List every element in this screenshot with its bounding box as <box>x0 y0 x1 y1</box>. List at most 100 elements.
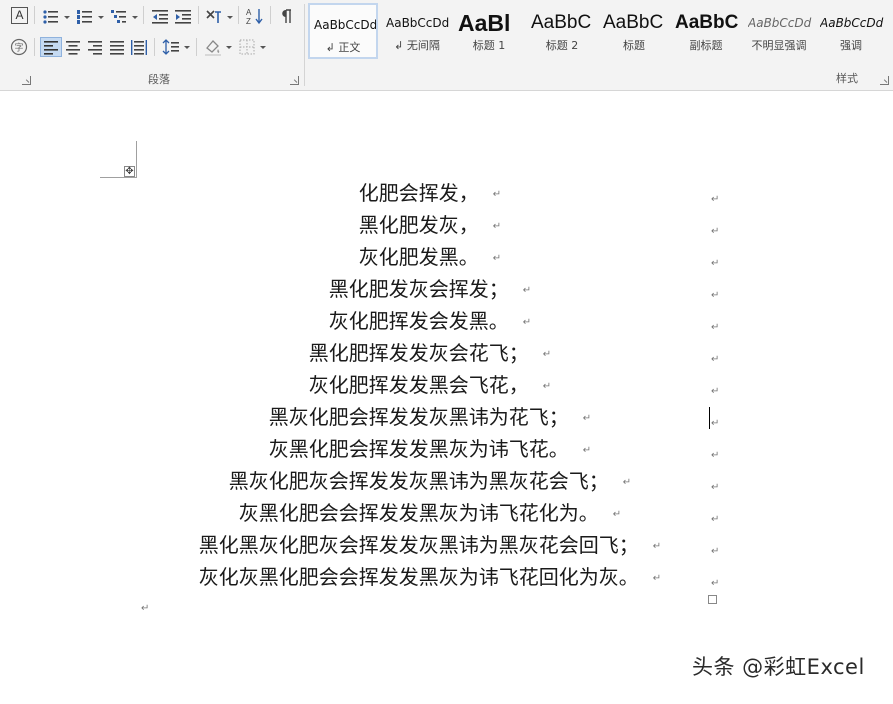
cell-end-mark: ↵ <box>711 322 720 333</box>
justify-icon[interactable] <box>108 38 126 56</box>
style-tile-normal[interactable]: AaBbCcDd ↲ 正文 <box>308 3 378 59</box>
style-preview: AaBbCcDd <box>314 18 376 32</box>
line-text: 灰化肥挥发发黑会飞花， <box>308 373 529 397</box>
style-tile-title[interactable]: AaBbC 标题 <box>599 3 669 59</box>
line-text: 黑化肥发灰， <box>358 213 479 237</box>
poem-line[interactable]: 黑化肥发灰， ↵ <box>150 209 710 241</box>
paragraph-group: A A Z 字 段落 <box>0 0 304 90</box>
style-preview: AaBbCcDd <box>748 16 812 30</box>
align-left-icon[interactable] <box>40 37 62 57</box>
align-center-icon[interactable] <box>64 38 82 56</box>
text-cursor <box>709 407 710 429</box>
poem-line[interactable]: 灰化肥挥发会发黑。 ↵ <box>150 305 710 337</box>
cell-end-mark: ↵ <box>711 578 720 589</box>
cell-end-mark: ↵ <box>711 450 720 461</box>
font-dialog-launcher[interactable] <box>22 76 31 85</box>
style-preview: AaBbC <box>531 12 592 33</box>
char-circle-icon[interactable]: 字 <box>10 38 28 56</box>
paragraph-mark: ↵ <box>141 603 150 614</box>
paragraph-mark: ↵ <box>582 444 592 456</box>
align-right-icon[interactable] <box>86 38 104 56</box>
styles-dialog-launcher[interactable] <box>880 76 889 85</box>
chevron-down-icon[interactable] <box>64 16 70 19</box>
margin-corner-mark <box>136 141 137 177</box>
divider <box>270 6 271 24</box>
style-name: 标题 1 <box>472 39 506 52</box>
margin-corner-mark <box>100 177 137 178</box>
paragraph-mark: ↵ <box>612 508 622 520</box>
line-text: 灰化肥挥发会发黑。 <box>328 309 509 333</box>
divider <box>238 6 239 24</box>
paragraph-mark: ↵ <box>492 188 502 200</box>
style-tile-subtitle[interactable]: AaBbC 副标题 <box>671 3 741 59</box>
chinese-layout-icon[interactable] <box>205 8 223 26</box>
svg-text:字: 字 <box>15 42 24 54</box>
sort-icon[interactable]: A Z <box>246 7 264 25</box>
ribbon: A A Z 字 段落 AaBbCcDd ↲ 正文 AaBbCcDd ↲ 无间隔 … <box>0 0 893 91</box>
poem-line[interactable]: 黑化黑灰化肥灰会挥发发灰黑讳为黑灰花会回飞； ↵ <box>150 529 710 561</box>
style-name: 不明显强调 <box>751 39 807 52</box>
line-text: 灰化灰黑化肥会会挥发发黑灰为讳飞花回化为灰。 <box>198 565 639 589</box>
poem-line[interactable]: 黑灰化肥会挥发发灰黑讳为花飞； ↵ <box>150 401 710 433</box>
paragraph-dialog-launcher[interactable] <box>290 76 299 85</box>
style-tile-emphasis[interactable]: AaBbCcDd 强调 <box>816 3 886 59</box>
poem-line[interactable]: 化肥会挥发， ↵ <box>150 177 710 209</box>
poem-line[interactable]: 灰化肥挥发发黑会飞花， ↵ <box>150 369 710 401</box>
poem-line[interactable]: 灰黑化肥会会挥发发黑灰为讳飞花化为。 ↵ <box>150 497 710 529</box>
poem-line[interactable]: 灰黑化肥会挥发发黑灰为讳飞花。 ↵ <box>150 433 710 465</box>
style-tile-no-spacing[interactable]: AaBbCcDd ↲ 无间隔 <box>382 3 452 59</box>
increase-indent-icon[interactable] <box>174 8 192 26</box>
styles-group-label: 样式 <box>836 73 858 85</box>
paragraph-mark: ↵ <box>492 252 502 264</box>
chevron-down-icon[interactable] <box>98 16 104 19</box>
cell-end-mark: ↵ <box>711 354 720 365</box>
shading-icon[interactable] <box>204 38 222 56</box>
show-marks-icon[interactable] <box>278 8 296 26</box>
poem-line[interactable]: 灰化灰黑化肥会会挥发发黑灰为讳飞花回化为灰。 ↵ <box>150 561 710 593</box>
styles-gallery: AaBbCcDd ↲ 正文 AaBbCcDd ↲ 无间隔 AaBl 标题 1 A… <box>308 3 893 61</box>
document-page[interactable]: ✥ 化肥会挥发， ↵ 黑化肥发灰， ↵ 灰化肥发黑。 ↵ 黑化肥发灰会挥发； ↵ 灰化肥… <box>0 91 893 704</box>
chevron-down-icon[interactable] <box>226 46 232 49</box>
style-name: ↲ 正文 <box>325 41 361 54</box>
paragraph-group-label: 段落 <box>148 74 170 86</box>
table-move-handle-icon[interactable]: ✥ <box>124 166 135 177</box>
style-tile-heading-1[interactable]: AaBl 标题 1 <box>454 3 524 59</box>
distributed-icon[interactable] <box>130 38 148 56</box>
style-name: 强调 <box>840 39 862 52</box>
chevron-down-icon[interactable] <box>184 46 190 49</box>
svg-text:Z: Z <box>246 17 251 25</box>
watermark: 头条 @彩虹Excel <box>692 655 865 679</box>
cell-end-mark: ↵ <box>711 546 720 557</box>
cell-end-mark: ↵ <box>711 258 720 269</box>
divider <box>154 38 155 56</box>
style-name: 标题 2 <box>545 39 579 52</box>
cell-end-mark: ↵ <box>711 194 720 205</box>
divider <box>198 6 199 24</box>
poem-line[interactable]: 灰化肥发黑。 ↵ <box>150 241 710 273</box>
line-spacing-icon[interactable] <box>162 38 180 56</box>
paragraph-mark: ↵ <box>622 476 632 488</box>
poem-line[interactable]: 黑灰化肥灰会挥发发灰黑讳为黑灰花会飞； ↵ <box>150 465 710 497</box>
decrease-indent-icon[interactable] <box>151 8 169 26</box>
paragraph-mark: ↵ <box>542 348 552 360</box>
chevron-down-icon[interactable] <box>132 16 138 19</box>
numbered-list-icon[interactable] <box>76 8 94 26</box>
line-text: 灰化肥发黑。 <box>358 245 479 269</box>
style-tile-heading-2[interactable]: AaBbC 标题 2 <box>527 3 597 59</box>
borders-icon[interactable] <box>238 38 256 56</box>
poem-line[interactable]: 黑化肥挥发发灰会花飞； ↵ <box>150 337 710 369</box>
poem-line[interactable]: 黑化肥发灰会挥发； ↵ <box>150 273 710 305</box>
chevron-down-icon[interactable] <box>260 46 266 49</box>
line-text: 黑化肥挥发发灰会花飞； <box>308 341 529 365</box>
table-resize-handle[interactable] <box>708 595 717 604</box>
chevron-down-icon[interactable] <box>227 16 233 19</box>
divider <box>304 4 305 86</box>
multilevel-list-icon[interactable] <box>110 8 128 26</box>
paragraph-mark: ↵ <box>522 316 532 328</box>
bullet-list-icon[interactable] <box>42 8 60 26</box>
divider <box>143 6 144 24</box>
divider <box>34 38 35 56</box>
style-tile-subtle-emphasis[interactable]: AaBbCcDd 不明显强调 <box>744 3 814 59</box>
divider <box>34 6 35 24</box>
char-border-icon[interactable]: A <box>11 7 28 24</box>
